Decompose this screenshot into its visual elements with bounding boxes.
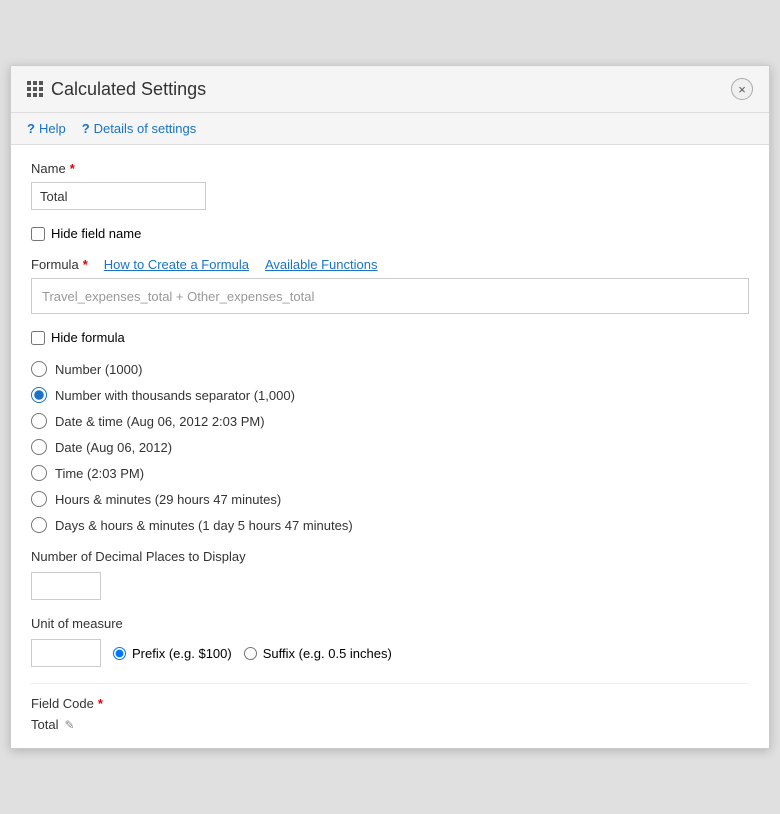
radio-days-hours[interactable]: [31, 517, 47, 533]
how-to-link[interactable]: How to Create a Formula: [104, 257, 249, 272]
field-code-required-star: *: [98, 696, 103, 711]
field-code-label: Field Code *: [31, 696, 749, 711]
formula-required-star: *: [83, 257, 88, 272]
form-content: Name * Hide field name Formula * How to …: [11, 145, 769, 748]
decimal-places-group: Number of Decimal Places to Display: [31, 549, 749, 600]
formula-header: Formula * How to Create a Formula Availa…: [31, 257, 749, 272]
radio-number[interactable]: [31, 361, 47, 377]
radio-row-date: Date (Aug 06, 2012): [31, 439, 749, 455]
hide-field-name-row: Hide field name: [31, 226, 749, 241]
format-radio-group: Number (1000) Number with thousands sepa…: [31, 361, 749, 533]
radio-number-label[interactable]: Number (1000): [55, 362, 142, 377]
radio-row-datetime: Date & time (Aug 06, 2012 2:03 PM): [31, 413, 749, 429]
radio-row-hours-minutes: Hours & minutes (29 hours 47 minutes): [31, 491, 749, 507]
formula-label: Formula *: [31, 257, 88, 272]
radio-time-label[interactable]: Time (2:03 PM): [55, 466, 144, 481]
radio-row-days-hours: Days & hours & minutes (1 day 5 hours 47…: [31, 517, 749, 533]
radio-row-number: Number (1000): [31, 361, 749, 377]
hide-formula-label[interactable]: Hide formula: [51, 330, 125, 345]
decimal-places-label: Number of Decimal Places to Display: [31, 549, 749, 564]
decimal-places-input[interactable]: [31, 572, 101, 600]
radio-row-time: Time (2:03 PM): [31, 465, 749, 481]
radio-date[interactable]: [31, 439, 47, 455]
name-label: Name *: [31, 161, 749, 176]
close-button[interactable]: ×: [731, 78, 753, 100]
radio-datetime-label[interactable]: Date & time (Aug 06, 2012 2:03 PM): [55, 414, 265, 429]
name-field-group: Name *: [31, 161, 749, 210]
unit-of-measure-group: Unit of measure Prefix (e.g. $100) Suffi…: [31, 616, 749, 667]
hide-formula-checkbox[interactable]: [31, 331, 45, 345]
radio-hours-minutes-label[interactable]: Hours & minutes (29 hours 47 minutes): [55, 492, 281, 507]
dialog-title: Calculated Settings: [27, 79, 206, 100]
radio-hours-minutes[interactable]: [31, 491, 47, 507]
formula-field-group: Formula * How to Create a Formula Availa…: [31, 257, 749, 314]
field-code-value-row: Total ✎: [31, 717, 749, 732]
details-link[interactable]: ? Details of settings: [82, 121, 197, 136]
prefix-label[interactable]: Prefix (e.g. $100): [132, 646, 232, 661]
suffix-label[interactable]: Suffix (e.g. 0.5 inches): [263, 646, 392, 661]
hide-formula-row: Hide formula: [31, 330, 749, 345]
radio-thousands-label[interactable]: Number with thousands separator (1,000): [55, 388, 295, 403]
suffix-radio-row: Suffix (e.g. 0.5 inches): [244, 646, 392, 661]
prefix-radio[interactable]: [113, 647, 126, 660]
toolbar: ? Help ? Details of settings: [11, 113, 769, 145]
radio-days-hours-label[interactable]: Days & hours & minutes (1 day 5 hours 47…: [55, 518, 353, 533]
help-icon: ?: [27, 121, 35, 136]
name-input[interactable]: [31, 182, 206, 210]
hide-field-name-label[interactable]: Hide field name: [51, 226, 141, 241]
field-code-section: Field Code * Total ✎: [31, 683, 749, 732]
prefix-radio-row: Prefix (e.g. $100): [113, 646, 232, 661]
unit-input[interactable]: [31, 639, 101, 667]
name-required-star: *: [70, 161, 75, 176]
radio-row-thousands: Number with thousands separator (1,000): [31, 387, 749, 403]
radio-date-label[interactable]: Date (Aug 06, 2012): [55, 440, 172, 455]
edit-icon[interactable]: ✎: [64, 718, 74, 732]
radio-thousands[interactable]: [31, 387, 47, 403]
calculated-settings-dialog: Calculated Settings × ? Help ? Details o…: [10, 65, 770, 749]
details-label: Details of settings: [94, 121, 197, 136]
grid-icon: [27, 81, 43, 97]
suffix-radio[interactable]: [244, 647, 257, 660]
help-link[interactable]: ? Help: [27, 121, 66, 136]
radio-time[interactable]: [31, 465, 47, 481]
formula-input[interactable]: [31, 278, 749, 314]
help-label: Help: [39, 121, 66, 136]
available-functions-link[interactable]: Available Functions: [265, 257, 378, 272]
field-code-value: Total: [31, 717, 58, 732]
hide-field-name-checkbox[interactable]: [31, 227, 45, 241]
radio-datetime[interactable]: [31, 413, 47, 429]
title-text: Calculated Settings: [51, 79, 206, 100]
unit-of-measure-label: Unit of measure: [31, 616, 749, 631]
dialog-header: Calculated Settings ×: [11, 66, 769, 113]
details-help-icon: ?: [82, 121, 90, 136]
unit-row: Prefix (e.g. $100) Suffix (e.g. 0.5 inch…: [31, 639, 749, 667]
